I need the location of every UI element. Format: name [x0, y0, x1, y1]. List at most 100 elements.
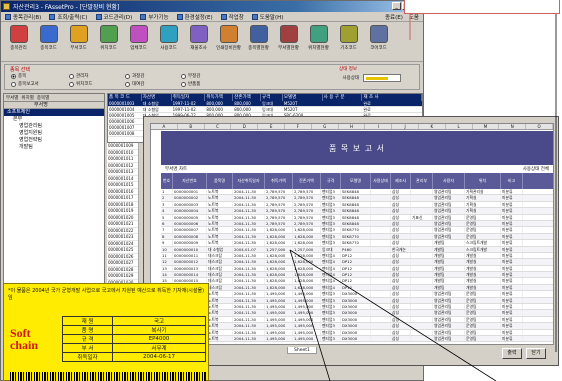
report-cell: 미분류	[501, 323, 523, 329]
menu-item-1[interactable]: 조회/출력(C)	[49, 13, 88, 21]
report-cell: 영업관리팀	[433, 304, 465, 310]
minimize-button[interactable]: _	[392, 2, 401, 10]
grid-column-header[interactable]: 사 용 구 분	[323, 94, 363, 101]
menu-item-4[interactable]: 환경설정(E)	[176, 13, 213, 21]
tree-tab-2[interactable]: 종목별	[37, 95, 49, 101]
menu-item-6[interactable]: 도움말(H)	[251, 13, 283, 21]
grid-header: 품 목 코 드 자산명 취득일자 취득가액 잔존가액 규격 모델명 사 용 구 분재 조 사	[108, 94, 422, 101]
tree-node[interactable]: 영업관리팀	[4, 123, 104, 130]
toolbar-button-6[interactable]: 재물조사	[185, 25, 212, 58]
radio-option-1[interactable]: 종목보고서	[11, 81, 39, 87]
report-cell: 2004-11-30	[233, 284, 265, 291]
spreadsheet-column-header: ABCDEFGHIJKLMNO	[151, 124, 553, 130]
label-row: 재 원 국고	[62, 316, 206, 326]
menu-item-0[interactable]: 종목관리(B)	[5, 13, 41, 21]
tree-node[interactable]: 개발팀	[4, 144, 104, 151]
report-cell: 미분류	[501, 265, 523, 272]
title-bar[interactable]: 자산관리3 - FAssetPro - [단말장비 현황] _ □ X	[1, 1, 423, 12]
report-cell: 운영팀	[465, 310, 501, 316]
toolbar-button-9[interactable]: 부서별현황	[275, 25, 302, 58]
report-cell	[411, 259, 433, 265]
grid-column-header[interactable]: 잔존가액	[233, 94, 262, 101]
radio-dot	[69, 81, 74, 87]
radio-option-6[interactable]: 부정감	[181, 73, 200, 79]
grid-column-header[interactable]: 재 조 사	[362, 94, 422, 101]
report-cell: 2,789,570	[293, 201, 321, 208]
report-cell: SEK8770	[341, 240, 371, 246]
report-cell	[411, 189, 433, 195]
report-cell	[371, 214, 391, 220]
report-cell: 1,628,000	[265, 259, 293, 265]
tree-tab-0[interactable]: 부서별	[6, 95, 18, 101]
radio-option-2[interactable]: 관리자	[69, 73, 88, 79]
tree-nodes: 소프트체인 본부 영업관리팀 영업지원팀 영업전략팀 개발팀	[4, 109, 104, 151]
report-cell	[411, 272, 433, 278]
toolbar-button-4[interactable]: 업체코드	[125, 25, 152, 58]
tree-tab-1[interactable]: 위치별	[21, 95, 33, 101]
menu-icon	[251, 13, 258, 20]
report-cell	[371, 201, 391, 208]
menu-right-item-0[interactable]: 종료(E)	[385, 13, 403, 21]
report-cell: SEK8848	[341, 220, 371, 227]
radio-option-3[interactable]: 위치코드	[69, 81, 93, 87]
report-cell: 1,495,000	[265, 310, 293, 316]
tree-node[interactable]: 본부	[4, 116, 104, 123]
menu-label: 종목관리(B)	[13, 14, 42, 21]
report-cell: 2004-11-30	[233, 227, 265, 233]
toolbar-label: 사용코드	[160, 46, 177, 51]
print-button[interactable]: 출력	[502, 348, 522, 359]
menu-item-3[interactable]: 부가기능	[140, 13, 169, 21]
radio-option-0[interactable]: 종목	[11, 73, 26, 79]
menu-label: 작업창	[228, 14, 244, 21]
grid-column-header[interactable]: 취득가액	[205, 94, 234, 101]
toolbar-label: 코어코드	[370, 46, 387, 51]
grid-column-header[interactable]: 자산명	[142, 94, 172, 101]
report-cell: 12	[161, 259, 173, 265]
toolbar-button-7[interactable]: 인쇄장비현황	[215, 25, 242, 58]
report-cell	[371, 189, 391, 195]
menu-item-2[interactable]: 코드관리(D)	[95, 13, 132, 21]
grid-column-header[interactable]: 취득일자	[172, 94, 206, 101]
label-table: 재 원 국고 품 명 복사기 규 격 EP4000 부 서 서무계 취득일자 2004-06-17	[62, 316, 206, 362]
grid-column-header[interactable]: 품 목 코 드	[108, 94, 142, 101]
report-cell: 펜티엄3	[321, 227, 341, 233]
toolbar-button-8[interactable]: 종목별현황	[245, 25, 272, 58]
radio-option-4[interactable]: 과정감	[125, 73, 144, 79]
grid-cell: 800,000	[234, 101, 251, 106]
toolbar-button-12[interactable]: 코어코드	[365, 25, 392, 58]
report-cell: 노트북	[207, 227, 233, 233]
report-cell: 운영팀	[465, 220, 501, 227]
close-report-button[interactable]: 닫기	[526, 348, 546, 359]
tree-node[interactable]: 영업지원팀	[4, 130, 104, 137]
report-cell	[411, 316, 433, 323]
grid-cell: 대 소형압	[142, 101, 159, 106]
toolbar-button-10[interactable]: 위치별현황	[305, 25, 332, 58]
grid-column-header[interactable]: 모델명	[283, 94, 323, 101]
toolbar-button-0[interactable]: 종목관리	[5, 25, 32, 58]
column-letter: H	[339, 124, 366, 129]
sheet-tab[interactable]: Sheet1	[287, 347, 317, 354]
radio-option-5[interactable]: 대여감	[125, 81, 144, 87]
toolbar-button-3[interactable]: 위치코드	[95, 25, 122, 58]
column-letter: A	[151, 124, 178, 129]
report-cell: 영업관리팀	[433, 201, 465, 208]
report-cell: 대 소형압	[207, 246, 233, 252]
radio-dot	[11, 73, 16, 79]
toolbar-button-11[interactable]: 기초코드	[335, 25, 362, 58]
radio-option-7[interactable]: 반품품	[181, 81, 200, 87]
report-cell: 노트북	[207, 201, 233, 208]
grid-cell: 0000001004	[109, 107, 135, 112]
tree-node[interactable]: 소프트체인	[4, 109, 104, 116]
menu-item-5[interactable]: 작업창	[220, 13, 244, 21]
toolbar-button-2[interactable]: 부서코드	[65, 25, 92, 58]
report-cell: 1,495,000	[293, 323, 321, 329]
report-cell: 1,257,000	[265, 246, 293, 252]
toolbar-button-5[interactable]: 사용코드	[155, 25, 182, 58]
report-cell: 한국캐논	[391, 246, 411, 252]
grid-column-header[interactable]: 규격	[261, 94, 283, 101]
status-select[interactable]	[363, 74, 401, 82]
report-cell: 2,789,570	[293, 208, 321, 214]
grid-cell	[323, 107, 363, 112]
toolbar-button-1[interactable]: 종목코드	[35, 25, 62, 58]
tree-node[interactable]: 영업전략팀	[4, 137, 104, 144]
